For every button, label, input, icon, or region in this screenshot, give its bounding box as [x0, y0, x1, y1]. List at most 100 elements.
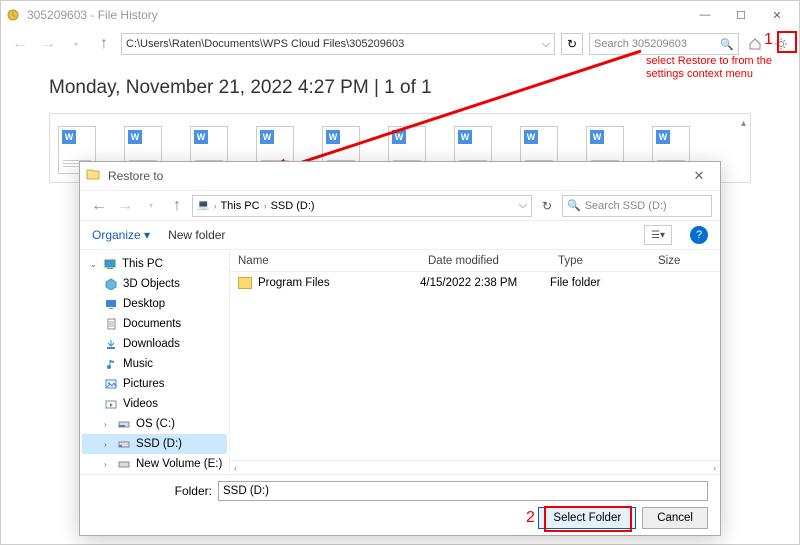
column-name[interactable]: Name — [230, 255, 420, 267]
horizontal-scrollbar[interactable]: ‹› — [230, 460, 720, 474]
folder-icon — [238, 277, 252, 289]
breadcrumb-dropdown-icon[interactable]: ⌵ — [519, 199, 527, 212]
forward-button[interactable]: → — [37, 33, 59, 55]
dialog-close-button[interactable]: ✕ — [684, 168, 714, 184]
maximize-button[interactable]: ☐ — [723, 3, 759, 27]
tree-item-ssd-d[interactable]: › SSD (D:) — [82, 434, 227, 454]
tree-item-label: 3D Objects — [123, 278, 180, 290]
tree-item-this-pc[interactable]: ⌄ This PC — [82, 254, 227, 274]
expand-icon[interactable]: › — [104, 440, 112, 449]
drive-icon — [117, 417, 131, 431]
tree-item-label: Desktop — [123, 298, 165, 310]
dialog-forward-button[interactable]: → — [114, 195, 136, 217]
dialog-title-bar: Restore to ✕ — [80, 162, 720, 190]
tree-item-os-c[interactable]: › OS (C:) — [82, 414, 227, 434]
desktop-icon — [104, 297, 118, 311]
recent-dropdown[interactable]: ▾ — [65, 33, 87, 55]
dialog-footer: Folder: Select Folder Cancel — [80, 474, 720, 535]
select-folder-button[interactable]: Select Folder — [538, 507, 636, 529]
tree-item-label: This PC — [122, 258, 163, 270]
file-type: File folder — [550, 277, 650, 289]
expand-icon[interactable]: › — [104, 420, 112, 429]
tree-item-new-volume-e[interactable]: › New Volume (E:) — [82, 454, 227, 474]
expand-icon[interactable]: ⌄ — [90, 260, 98, 269]
gear-icon[interactable] — [771, 34, 791, 54]
view-options-button[interactable]: ☰▾ — [644, 225, 672, 245]
up-button[interactable]: ↑ — [93, 33, 115, 55]
tree-item-pictures[interactable]: Pictures — [82, 374, 227, 394]
folder-label: Folder: — [92, 484, 212, 498]
dialog-search-placeholder: Search SSD (D:) — [585, 200, 667, 212]
drive-icon — [117, 457, 131, 471]
tree-item-3d-objects[interactable]: 3D Objects — [82, 274, 227, 294]
tree-item-desktop[interactable]: Desktop — [82, 294, 227, 314]
nav-toolbar: ← → ▾ ↑ C:\Users\Raten\Documents\WPS Clo… — [1, 29, 799, 59]
search-placeholder: Search 305209603 — [594, 38, 687, 50]
refresh-button[interactable]: ↻ — [561, 33, 583, 55]
dialog-refresh-button[interactable]: ↻ — [536, 195, 558, 217]
page-heading: Monday, November 21, 2022 4:27 PM | 1 of… — [1, 59, 799, 107]
new-folder-button[interactable]: New folder — [168, 228, 225, 242]
home-icon[interactable] — [745, 34, 765, 54]
title-bar: 305209603 - File History — ☐ ✕ — [1, 1, 799, 29]
dialog-breadcrumb[interactable]: 💻 › This PC › SSD (D:) ⌵ — [192, 195, 532, 217]
chevron-right-icon: › — [264, 201, 267, 211]
file-list-header: Name Date modified Type Size — [230, 250, 720, 272]
dialog-up-button[interactable]: ↑ — [166, 195, 188, 217]
chevron-right-icon: › — [213, 201, 216, 211]
address-bar[interactable]: C:\Users\Raten\Documents\WPS Cloud Files… — [121, 33, 555, 55]
tree-item-label: Videos — [123, 398, 158, 410]
expand-icon[interactable]: › — [104, 460, 112, 469]
tree-item-downloads[interactable]: Downloads — [82, 334, 227, 354]
back-button[interactable]: ← — [9, 33, 31, 55]
tree-item-label: SSD (D:) — [136, 438, 182, 450]
dialog-search-input[interactable]: 🔍 Search SSD (D:) — [562, 195, 712, 217]
tree-item-label: Documents — [123, 318, 181, 330]
close-button[interactable]: ✕ — [759, 3, 795, 27]
dialog-recent-dropdown[interactable]: ▾ — [140, 195, 162, 217]
drive-icon — [117, 437, 131, 451]
cancel-button[interactable]: Cancel — [642, 507, 708, 529]
column-date[interactable]: Date modified — [420, 255, 550, 267]
cube-icon — [104, 277, 118, 291]
column-size[interactable]: Size — [650, 255, 710, 267]
tree-item-label: New Volume (E:) — [136, 458, 222, 470]
tree-item-label: Pictures — [123, 378, 165, 390]
pictures-icon — [104, 377, 118, 391]
address-dropdown-icon[interactable]: ⌵ — [542, 38, 550, 51]
file-row[interactable]: Program Files 4/15/2022 2:38 PM File fol… — [230, 272, 720, 294]
folder-icon — [86, 168, 102, 184]
dialog-nav: ← → ▾ ↑ 💻 › This PC › SSD (D:) ⌵ ↻ 🔍 Sea… — [80, 190, 720, 220]
app-icon — [5, 7, 21, 23]
column-type[interactable]: Type — [550, 255, 650, 267]
minimize-button[interactable]: — — [687, 3, 723, 27]
pc-icon — [103, 257, 117, 271]
breadcrumb-part[interactable]: This PC — [220, 200, 259, 212]
search-input[interactable]: Search 305209603 🔍 — [589, 33, 739, 55]
dialog-back-button[interactable]: ← — [88, 195, 110, 217]
tree-item-label: OS (C:) — [136, 418, 175, 430]
tree-item-documents[interactable]: Documents — [82, 314, 227, 334]
organize-menu[interactable]: Organize ▾ — [92, 228, 150, 242]
thumb-scroll-up[interactable]: ▴ — [741, 118, 746, 129]
document-icon — [104, 317, 118, 331]
address-path: C:\Users\Raten\Documents\WPS Cloud Files… — [126, 38, 404, 50]
help-button[interactable]: ? — [690, 226, 708, 244]
videos-icon — [104, 397, 118, 411]
tree-item-videos[interactable]: Videos — [82, 394, 227, 414]
file-date: 4/15/2022 2:38 PM — [420, 277, 550, 289]
tree-item-music[interactable]: Music — [82, 354, 227, 374]
tree-item-label: Music — [123, 358, 153, 370]
dialog-toolbar: Organize ▾ New folder ☰▾ ? — [80, 220, 720, 250]
file-list: Name Date modified Type Size Program Fil… — [230, 250, 720, 474]
folder-name-input[interactable] — [218, 481, 708, 501]
breadcrumb-root-icon: 💻 — [197, 200, 209, 211]
search-icon: 🔍 — [567, 199, 581, 212]
download-icon — [104, 337, 118, 351]
breadcrumb-part[interactable]: SSD (D:) — [271, 200, 315, 212]
folder-tree: ⌄ This PC 3D Objects Desktop Documents D… — [80, 250, 230, 474]
restore-to-dialog: Restore to ✕ ← → ▾ ↑ 💻 › This PC › SSD (… — [79, 161, 721, 536]
file-name: Program Files — [258, 277, 330, 289]
search-icon: 🔍 — [720, 38, 734, 51]
dialog-title: Restore to — [108, 169, 163, 183]
